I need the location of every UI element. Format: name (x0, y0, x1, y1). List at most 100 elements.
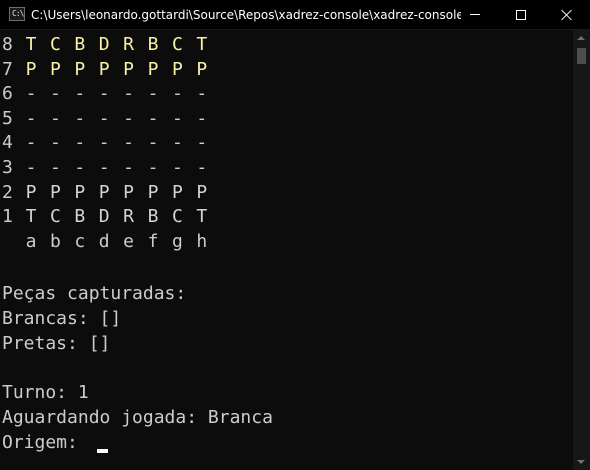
board-rank-4: 4-------- (0, 131, 220, 155)
square-h8: T (196, 34, 208, 55)
square-d5: - (98, 107, 110, 129)
square-h1: T (196, 206, 208, 228)
console-output[interactable]: 8TCBDRBCT7PPPPPPPP6--------5--------4---… (0, 30, 573, 470)
square-e7: P (123, 58, 135, 80)
scroll-up-arrow-icon[interactable] (577, 36, 585, 40)
file-label: e (123, 230, 135, 252)
square-d4: - (98, 132, 110, 154)
file-label: f (147, 230, 159, 252)
file-labels: abcdefgh (0, 230, 220, 254)
square-c5: - (74, 107, 86, 129)
text-cursor (97, 449, 108, 453)
square-a1: T (25, 206, 37, 228)
square-e5: - (123, 107, 135, 129)
square-c7: P (74, 58, 86, 80)
scroll-down-arrow-icon[interactable] (577, 460, 585, 464)
square-d2: P (98, 181, 110, 203)
square-h2: P (196, 181, 208, 203)
square-f8: B (147, 34, 159, 55)
square-e8: R (123, 34, 135, 55)
rank-label: 7 (2, 58, 13, 80)
black-captured-list: Pretas: [] (2, 333, 111, 354)
file-label: g (171, 230, 183, 252)
window-title: C:\Users\leonardo.gottardi\Source\Repos\… (31, 8, 461, 22)
square-e3: - (123, 157, 135, 178)
square-a8: T (25, 34, 37, 55)
file-label: b (49, 230, 61, 252)
square-b7: P (49, 58, 61, 80)
console-icon[interactable]: C:\ (9, 7, 25, 21)
square-a4: - (25, 132, 37, 154)
title-bar[interactable]: C:\ C:\Users\leonardo.gottardi\Source\Re… (0, 0, 590, 30)
file-label: h (196, 230, 208, 252)
board-rank-5: 5-------- (0, 107, 220, 131)
square-f7: P (147, 58, 159, 80)
square-b1: C (49, 206, 61, 228)
minimize-icon (470, 14, 480, 15)
square-h4: - (196, 132, 208, 154)
square-h3: - (196, 157, 208, 178)
square-g6: - (171, 83, 183, 105)
rank-label: 1 (2, 206, 13, 228)
square-a3: - (25, 157, 37, 178)
square-g4: - (171, 132, 183, 154)
file-label: c (74, 230, 86, 252)
square-g5: - (171, 107, 183, 129)
square-g2: P (171, 181, 183, 203)
rank-label: 4 (2, 132, 13, 154)
captured-pieces-header: Peças capturadas: (2, 283, 187, 304)
square-b2: P (49, 181, 61, 203)
file-label: a (25, 230, 37, 252)
square-f4: - (147, 132, 159, 154)
square-b3: - (49, 157, 61, 178)
square-a7: P (25, 58, 37, 80)
square-f6: - (147, 83, 159, 105)
square-b8: C (49, 34, 61, 55)
square-e4: - (123, 132, 135, 154)
square-e2: P (123, 181, 135, 203)
square-h7: P (196, 58, 208, 80)
close-button[interactable] (544, 0, 590, 30)
square-f5: - (147, 107, 159, 129)
console-icon-label: C:\ (12, 9, 24, 18)
waiting-player-text: Aguardando jogada: Branca (2, 407, 273, 428)
vertical-scrollbar[interactable] (573, 30, 590, 470)
square-a2: P (25, 181, 37, 203)
square-c1: B (74, 206, 86, 228)
square-c8: B (74, 34, 86, 55)
origin-prompt: Origem: (2, 432, 89, 453)
board-rank-1: 1TCBDRBCT (0, 205, 220, 229)
maximize-button[interactable] (498, 0, 544, 30)
rank-label: 6 (2, 83, 13, 105)
square-e6: - (123, 83, 135, 105)
square-b4: - (49, 132, 61, 154)
square-g7: P (171, 58, 183, 80)
scrollbar-thumb[interactable] (577, 48, 586, 64)
square-g1: C (171, 206, 183, 228)
square-c4: - (74, 132, 86, 154)
board-rank-8: 8TCBDRBCT (0, 33, 220, 57)
square-g3: - (171, 157, 183, 178)
board-rank-7: 7PPPPPPPP (0, 58, 220, 82)
board-rank-6: 6-------- (0, 82, 220, 106)
square-d6: - (98, 83, 110, 105)
square-e1: R (123, 206, 135, 228)
rank-label: 2 (2, 181, 13, 203)
square-c3: - (74, 157, 86, 178)
square-f2: P (147, 181, 159, 203)
rank-label: 5 (2, 107, 13, 129)
square-h5: - (196, 107, 208, 129)
square-c6: - (74, 83, 86, 105)
square-d3: - (98, 157, 110, 178)
square-f3: - (147, 157, 159, 178)
minimize-button[interactable] (452, 0, 498, 30)
board-rank-2: 2PPPPPPPP (0, 181, 220, 205)
square-f1: B (147, 206, 159, 228)
square-d8: D (98, 34, 110, 55)
square-g8: C (171, 34, 183, 55)
square-d1: D (98, 206, 110, 228)
file-label: d (98, 230, 110, 252)
turn-counter: Turno: 1 (2, 382, 89, 403)
console-window: C:\ C:\Users\leonardo.gottardi\Source\Re… (0, 0, 590, 470)
square-d7: P (98, 58, 110, 80)
